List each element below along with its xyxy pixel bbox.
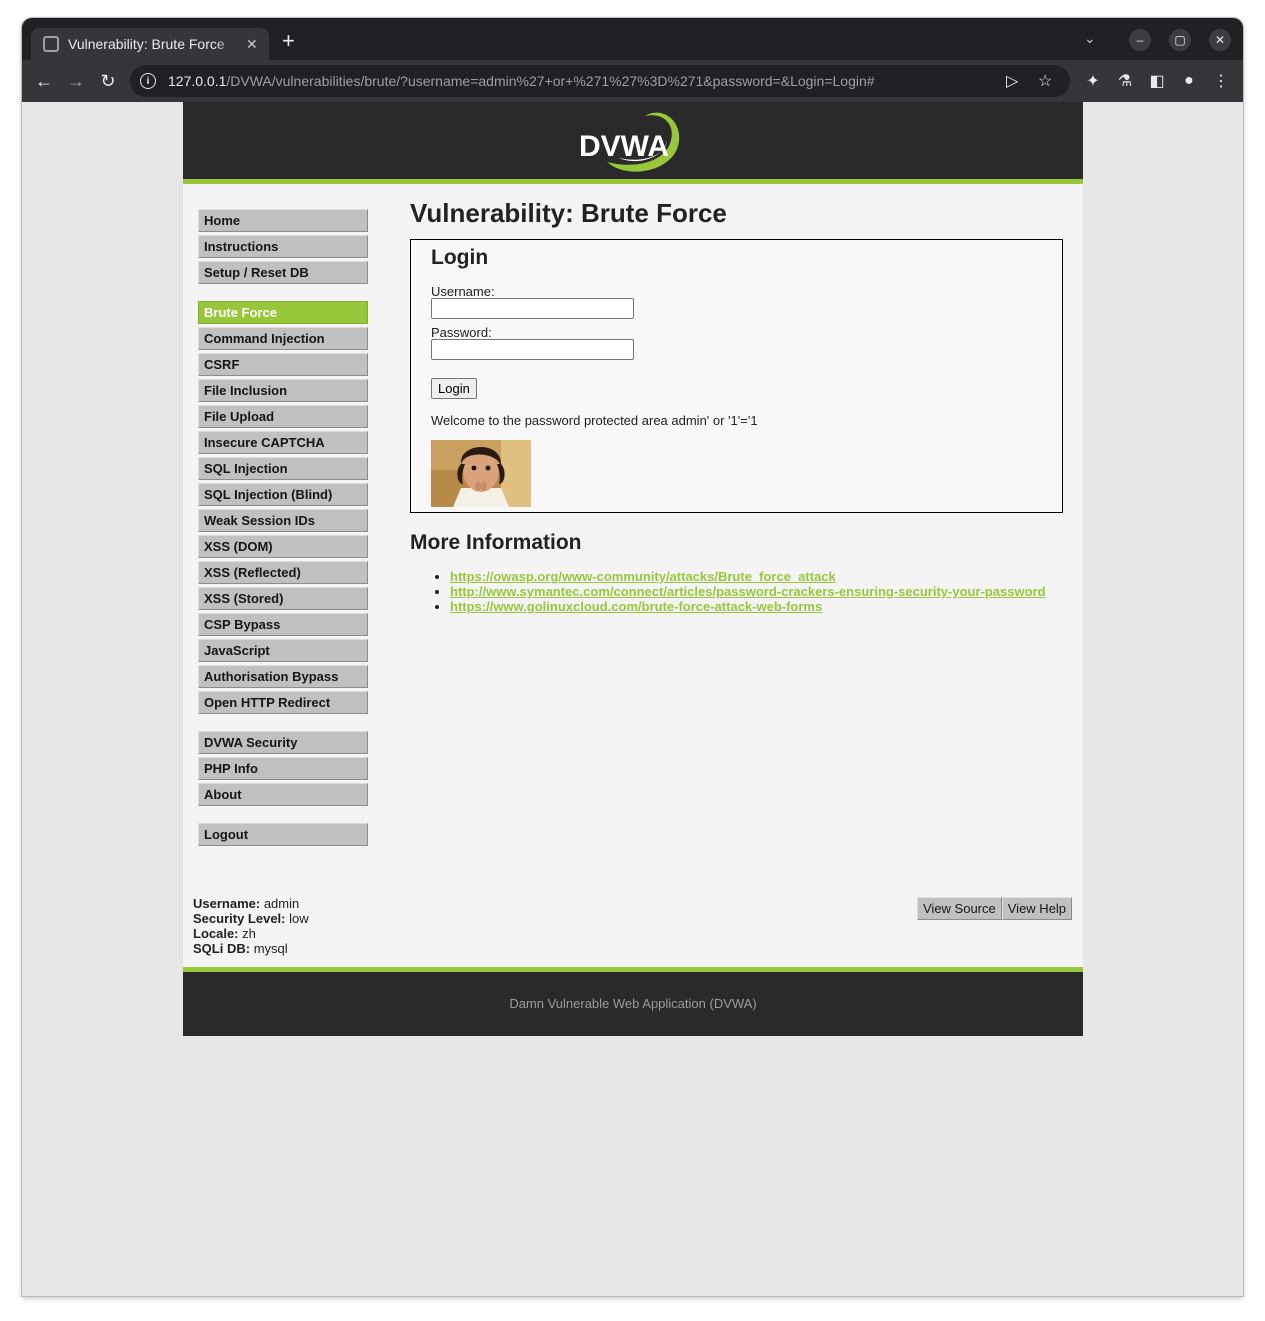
sidebar-item-xss-dom[interactable]: XSS (DOM) bbox=[198, 535, 368, 558]
password-input[interactable] bbox=[431, 339, 634, 360]
welcome-message: Welcome to the password protected area a… bbox=[431, 413, 758, 428]
sidebar-item-javascript[interactable]: JavaScript bbox=[198, 639, 368, 662]
sidebar-item-sql-injection[interactable]: SQL Injection bbox=[198, 457, 368, 480]
address-bar[interactable]: i 127.0.0.1/DVWA/vulnerabilities/brute/?… bbox=[130, 65, 1070, 97]
profile-icon[interactable]: ● bbox=[1175, 60, 1203, 102]
sidebar-item-home[interactable]: Home bbox=[198, 209, 368, 232]
sidebar-item-dvwa-security[interactable]: DVWA Security bbox=[198, 731, 368, 754]
menu-kebab-icon[interactable]: ⋮ bbox=[1207, 60, 1235, 102]
login-button[interactable]: Login bbox=[431, 378, 477, 399]
favicon-icon bbox=[43, 36, 59, 52]
labs-flask-icon[interactable]: ⚗ bbox=[1111, 60, 1139, 102]
sqli-db-label: SQLi DB: bbox=[193, 941, 251, 956]
sidebar-menu: Home Instructions Setup / Reset DB Brute F… bbox=[198, 209, 368, 863]
sidebar-item-instructions[interactable]: Instructions bbox=[198, 235, 368, 258]
site-footer: Damn Vulnerable Web Application (DVWA) bbox=[183, 967, 1083, 1036]
user-photo bbox=[431, 440, 531, 507]
site-info-icon[interactable]: i bbox=[140, 73, 156, 89]
username-input[interactable] bbox=[431, 298, 634, 319]
sidebar-item-csp-bypass[interactable]: CSP Bypass bbox=[198, 613, 368, 636]
sidebar-item-insecure-captcha[interactable]: Insecure CAPTCHA bbox=[198, 431, 368, 454]
sidebar-item-file-upload[interactable]: File Upload bbox=[198, 405, 368, 428]
view-help-button[interactable]: View Help bbox=[1001, 897, 1073, 920]
tab-strip: Vulnerability: Brute Force ✕ + ⌄ – ▢ ✕ bbox=[22, 18, 1243, 60]
sidebar-item-authorisation-bypass[interactable]: Authorisation Bypass bbox=[198, 665, 368, 688]
list-item: http://www.symantec.com/connect/articles… bbox=[450, 584, 1066, 599]
tab-search-chevron-icon[interactable]: ⌄ bbox=[1084, 30, 1096, 47]
username-info-value: admin bbox=[263, 896, 300, 911]
sqli-db-value: mysql bbox=[253, 941, 288, 956]
sidebar-item-csrf[interactable]: CSRF bbox=[198, 353, 368, 376]
reference-link-symantec[interactable]: http://www.symantec.com/connect/articles… bbox=[450, 584, 1046, 599]
bookmark-star-icon[interactable]: ☆ bbox=[1038, 65, 1052, 97]
sidebar-item-open-http-redirect[interactable]: Open HTTP Redirect bbox=[198, 691, 368, 714]
security-level-label: Security Level: bbox=[193, 911, 286, 926]
locale-label: Locale: bbox=[193, 926, 239, 941]
site-header: DVWA bbox=[183, 102, 1083, 184]
page-viewport: DVWA Home Instructions Setup / Reset DB Br… bbox=[22, 102, 1243, 1296]
sidebar-item-weak-session-ids[interactable]: Weak Session IDs bbox=[198, 509, 368, 532]
forward-icon[interactable]: → bbox=[62, 60, 90, 102]
sidebar-item-file-inclusion[interactable]: File Inclusion bbox=[198, 379, 368, 402]
side-panel-icon[interactable]: ◧ bbox=[1143, 60, 1171, 102]
sidebar-item-xss-stored[interactable]: XSS (Stored) bbox=[198, 587, 368, 610]
tab-close-icon[interactable]: ✕ bbox=[246, 36, 258, 53]
list-item: https://owasp.org/www-community/attacks/… bbox=[450, 569, 1066, 584]
main-area: Home Instructions Setup / Reset DB Brute F… bbox=[183, 184, 1083, 962]
more-information-heading: More Information bbox=[410, 531, 582, 554]
source-help-buttons: View Source View Help bbox=[917, 897, 1073, 920]
security-level-value: low bbox=[289, 911, 309, 926]
reference-link-golinuxcloud[interactable]: https://www.golinuxcloud.com/brute-force… bbox=[450, 599, 822, 614]
login-box: Login Username: Password: Login Welcome … bbox=[410, 239, 1063, 513]
sidebar-item-sql-injection-blind[interactable]: SQL Injection (Blind) bbox=[198, 483, 368, 506]
extensions-puzzle-icon[interactable]: ✦ bbox=[1079, 60, 1107, 102]
username-info-label: Username: bbox=[193, 896, 261, 911]
view-source-button[interactable]: View Source bbox=[917, 897, 1002, 920]
dvwa-logo: DVWA bbox=[579, 112, 680, 172]
session-info: Username: admin Security Level: low Loca… bbox=[193, 896, 309, 956]
logo-wordmark: DVWA bbox=[579, 130, 669, 163]
back-icon[interactable]: ← bbox=[30, 60, 58, 102]
window-close-icon[interactable]: ✕ bbox=[1209, 29, 1231, 51]
footer-text: Damn Vulnerable Web Application (DVWA) bbox=[509, 996, 757, 1011]
send-tab-icon[interactable]: ▷ bbox=[1006, 65, 1018, 97]
reference-link-owasp[interactable]: https://owasp.org/www-community/attacks/… bbox=[450, 569, 836, 584]
menu-group-main: Home Instructions Setup / Reset DB bbox=[198, 209, 368, 284]
url-text[interactable]: 127.0.0.1/DVWA/vulnerabilities/brute/?us… bbox=[168, 73, 875, 89]
browser-toolbar: ← → ↻ i 127.0.0.1/DVWA/vulnerabilities/b… bbox=[22, 60, 1243, 102]
main-content: Vulnerability: Brute Force Login Usernam… bbox=[410, 198, 1066, 614]
login-heading: Login bbox=[431, 246, 489, 269]
menu-group-vulnerabilities: Brute Force Command Injection CSRF File Inc… bbox=[198, 301, 368, 714]
list-item: https://www.golinuxcloud.com/brute-force… bbox=[450, 599, 1066, 614]
menu-group-settings: DVWA Security PHP Info About bbox=[198, 731, 368, 806]
tab-title: Vulnerability: Brute Force bbox=[68, 36, 225, 52]
menu-group-logout: Logout bbox=[198, 823, 368, 846]
browser-window: Vulnerability: Brute Force ✕ + ⌄ – ▢ ✕ ←… bbox=[22, 18, 1243, 1296]
sidebar-item-php-info[interactable]: PHP Info bbox=[198, 757, 368, 780]
page-title: Vulnerability: Brute Force bbox=[410, 198, 727, 228]
username-label: Username: bbox=[431, 284, 495, 299]
reference-links: https://owasp.org/www-community/attacks/… bbox=[410, 569, 1066, 614]
password-label: Password: bbox=[431, 325, 492, 340]
sidebar-item-logout[interactable]: Logout bbox=[198, 823, 368, 846]
locale-value: zh bbox=[242, 926, 256, 941]
sidebar-item-about[interactable]: About bbox=[198, 783, 368, 806]
browser-tab[interactable]: Vulnerability: Brute Force ✕ bbox=[31, 28, 269, 60]
sidebar-item-command-injection[interactable]: Command Injection bbox=[198, 327, 368, 350]
maximize-icon[interactable]: ▢ bbox=[1169, 29, 1191, 51]
minimize-icon[interactable]: – bbox=[1129, 29, 1151, 51]
reload-icon[interactable]: ↻ bbox=[94, 60, 122, 102]
sidebar-item-xss-reflected[interactable]: XSS (Reflected) bbox=[198, 561, 368, 584]
sidebar-item-brute-force[interactable]: Brute Force bbox=[198, 301, 368, 324]
sidebar-item-setup-reset-db[interactable]: Setup / Reset DB bbox=[198, 261, 368, 284]
dvwa-container: DVWA Home Instructions Setup / Reset DB Br… bbox=[183, 102, 1083, 1036]
new-tab-button[interactable]: + bbox=[282, 30, 295, 52]
